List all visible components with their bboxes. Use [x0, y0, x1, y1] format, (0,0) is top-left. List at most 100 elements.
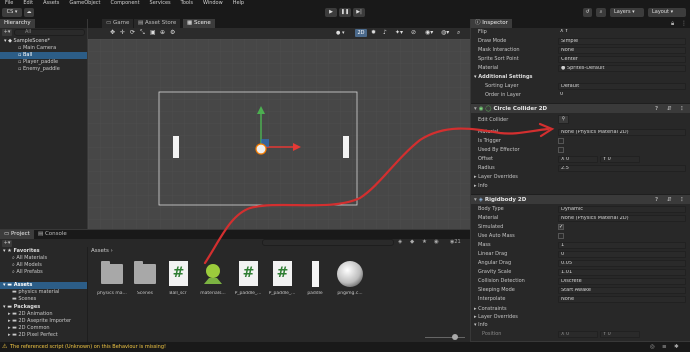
search-by-label-icon[interactable]: ◆ — [410, 239, 414, 245]
fav-all-materials[interactable]: ⌕ All Materials — [12, 255, 47, 262]
zoom-slider[interactable] — [425, 337, 465, 338]
order-in-layer-field[interactable]: 0 — [558, 92, 686, 99]
collider-enabled-icon[interactable]: ◉ — [479, 106, 484, 112]
asset-ball-script[interactable]: # Ball_scr — [162, 260, 194, 296]
linear-drag-field[interactable]: 0 — [558, 251, 686, 258]
sorting-layer-dropdown[interactable]: Default — [558, 83, 686, 90]
move-tool-icon[interactable]: ✛ — [120, 29, 128, 37]
menu-edit[interactable]: Edit — [18, 0, 38, 7]
rb-layer-overrides-foldout[interactable]: ▸ Layer Overrides — [474, 313, 518, 321]
asset-physics-material[interactable]: materials... — [197, 260, 229, 296]
transform-tool-icon[interactable]: ⊕ — [160, 29, 168, 37]
project-search-input[interactable] — [262, 239, 394, 246]
rotate-tool-icon[interactable]: ⟳ — [130, 29, 138, 37]
constraints-foldout[interactable]: ▸ Constraints — [474, 305, 507, 313]
debug-mode-icon[interactable]: ✱ — [674, 342, 679, 352]
search-by-type-icon[interactable]: ◈ — [398, 239, 402, 245]
help-icon[interactable]: ? — [655, 104, 658, 114]
breadcrumb[interactable]: Assets › — [91, 248, 113, 254]
scene-search-icon[interactable]: ⌕ — [457, 29, 469, 37]
cache-icon[interactable]: ◎ — [650, 342, 655, 352]
is-trigger-checkbox[interactable] — [558, 138, 564, 144]
menu-help[interactable]: Help — [228, 0, 249, 7]
tab-hierarchy[interactable]: Hierarchy — [0, 19, 35, 28]
preset-icon[interactable]: ⇵ — [667, 104, 672, 114]
folder-scenes[interactable]: ▬ Scenes — [12, 296, 36, 303]
package-2d-aseprite[interactable]: ▸ ▬ 2D Aseprite Importer — [8, 318, 71, 325]
play-button[interactable]: ▶ — [325, 8, 337, 17]
hierarchy-item-ball[interactable]: ▫ Ball — [0, 52, 87, 59]
folder-physics-material[interactable]: ▬ physics material — [12, 289, 59, 296]
menu-assets[interactable]: Assets — [38, 0, 64, 7]
tab-console[interactable]: ▤ Console — [34, 230, 71, 239]
menu-window[interactable]: Window — [198, 0, 228, 7]
simulated-checkbox[interactable]: ✓ — [558, 224, 564, 230]
layout-dropdown[interactable]: Layout ▾ — [648, 8, 686, 17]
angular-drag-field[interactable]: 0.05 — [558, 260, 686, 267]
hierarchy-item-player-paddle[interactable]: ▫ Player_paddle — [18, 59, 58, 66]
rb-info-foldout[interactable]: ▾ Info — [474, 321, 488, 329]
collider-info-foldout[interactable]: ▸ Info — [474, 182, 488, 190]
history-icon[interactable]: ↺ — [583, 8, 592, 17]
search-icon[interactable]: ⌕ — [596, 8, 606, 17]
favorites-foldout[interactable]: ▾ ★ Favorites — [3, 248, 40, 255]
hierarchy-item-main-camera[interactable]: ▫ Main Camera — [18, 45, 56, 52]
cloud-icon[interactable]: ☁ — [24, 8, 34, 17]
hidden-objects-icon[interactable]: ⊘ — [411, 29, 425, 37]
add-object-button[interactable]: +▾ — [2, 29, 12, 36]
rigidbody-menu-icon[interactable]: ⋮ — [679, 195, 685, 205]
scale-tool-icon[interactable]: ⤡ — [140, 29, 148, 37]
sprite-sort-point-dropdown[interactable]: Center — [558, 56, 686, 63]
package-2d-common[interactable]: ▸ ▬ 2D Common — [8, 325, 50, 332]
asset-p-paddle-script-2[interactable]: # P_paddle_... — [266, 260, 298, 296]
scene-canvas[interactable] — [88, 39, 470, 229]
favorite-search-icon[interactable]: ★ — [422, 239, 427, 245]
offset-x-field[interactable]: X 0 — [558, 156, 598, 163]
used-by-effector-checkbox[interactable] — [558, 147, 564, 153]
menu-file[interactable]: File — [0, 0, 18, 7]
mass-field[interactable]: 1 — [558, 242, 686, 249]
progress-icon[interactable]: ≡ — [662, 342, 667, 352]
tab-scene[interactable]: ▦ Scene — [183, 19, 215, 28]
eye-icon[interactable]: ◉ — [434, 239, 439, 245]
hierarchy-item-scene[interactable]: ▾ ◆ SampleScene* — [4, 38, 87, 45]
asset-ball-image[interactable]: pngimg.c... — [334, 260, 366, 296]
collision-detection-dropdown[interactable]: Discrete — [558, 278, 686, 285]
assets-root-folder[interactable]: ▾ ▬ Assets — [0, 282, 87, 289]
asset-paddle-sprite[interactable]: paddle — [299, 260, 331, 296]
edit-collider-button[interactable]: ⚲ — [558, 115, 569, 124]
circle-collider-header[interactable]: ▾ ◉ ◯ Circle Collider 2D ? ⇵ ⋮ — [471, 103, 690, 113]
2d-mode-toggle[interactable]: 2D — [355, 29, 367, 37]
body-type-dropdown[interactable]: Dynamic — [558, 206, 686, 213]
hierarchy-item-enemy-paddle[interactable]: ▫ Enemy_paddle — [18, 66, 60, 73]
gravity-scale-field[interactable]: 1.01 — [558, 269, 686, 276]
fav-all-models[interactable]: ⌕ All Models — [12, 262, 42, 269]
lock-icon[interactable]: 🔒︎ — [671, 20, 674, 28]
package-2d-pixel-perfect[interactable]: ▸ ▬ 2D Pixel Perfect — [8, 332, 58, 339]
menu-services[interactable]: Services — [145, 0, 176, 7]
hierarchy-search-input[interactable]: All — [14, 29, 85, 36]
status-message[interactable]: The referenced script (Unknown) on this … — [10, 342, 166, 352]
custom-tool-icon[interactable]: ⚙ — [170, 29, 178, 37]
layers-dropdown[interactable]: Layers ▾ — [610, 8, 644, 17]
mask-interaction-dropdown[interactable]: None — [558, 47, 686, 54]
lighting-icon[interactable]: ✹ — [371, 29, 381, 37]
use-auto-mass-checkbox[interactable] — [558, 233, 564, 239]
renderer-material-field[interactable]: ● Sprites-Default — [558, 65, 686, 72]
account-button[interactable]: CS ▾ — [2, 8, 22, 17]
rigidbody-help-icon[interactable]: ? — [655, 195, 658, 205]
project-add-button[interactable]: +▾ — [2, 240, 12, 247]
packages-foldout[interactable]: ▾ ▬ Packages — [3, 304, 40, 311]
additional-settings-foldout[interactable]: ▾ Additional Settings — [474, 73, 533, 81]
asset-scenes-folder[interactable]: Scenes — [129, 260, 161, 296]
rect-tool-icon[interactable]: ▣ — [150, 29, 158, 37]
menu-component[interactable]: Component — [106, 0, 145, 7]
menu-tools[interactable]: Tools — [176, 0, 198, 7]
collider-material-field[interactable]: None (Physics Material 2D) — [558, 129, 686, 136]
asset-p-paddle-script-1[interactable]: # P_paddle_... — [232, 260, 264, 296]
collider-layer-overrides-foldout[interactable]: ▸ Layer Overrides — [474, 173, 518, 181]
gizmos-icon[interactable]: ◍▾ — [441, 29, 455, 37]
tab-game[interactable]: ▭ Game — [102, 19, 134, 28]
tab-inspector[interactable]: ⓘ Inspector — [471, 19, 512, 28]
camera-settings-icon[interactable]: ◉▾ — [425, 29, 439, 37]
